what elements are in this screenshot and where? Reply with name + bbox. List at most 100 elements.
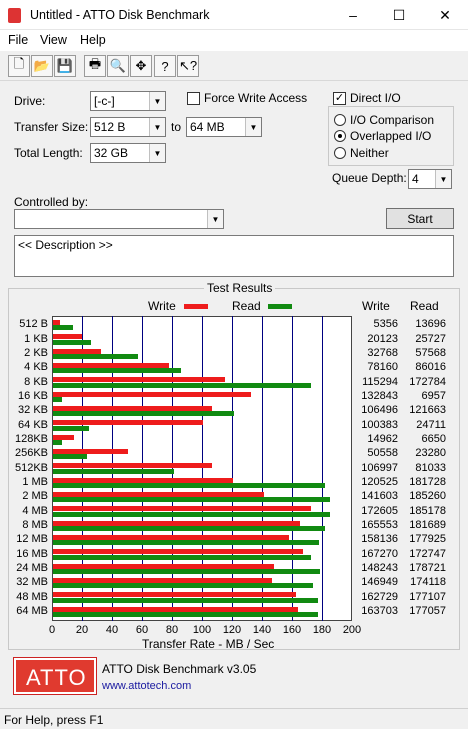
menu-bar: File View Help: [0, 30, 468, 51]
read-bar: [53, 368, 182, 374]
row-label: 64 MB: [16, 604, 48, 617]
menu-file[interactable]: File: [8, 33, 28, 47]
row-label: 16 MB: [16, 547, 48, 560]
write-value: 141603: [361, 490, 398, 503]
write-value: 20123: [367, 332, 398, 345]
force-write-checkbox[interactable]: [187, 92, 200, 105]
row-label: 4 MB: [22, 504, 48, 517]
website-link[interactable]: www.attotech.com: [102, 680, 191, 692]
read-value: 177925: [409, 533, 446, 546]
transfer-to-select[interactable]: 64 MB ▼: [186, 117, 262, 137]
about-icon[interactable]: ?: [154, 55, 176, 77]
x-tick-label: 0: [48, 624, 56, 636]
product-name: ATTO Disk Benchmark v3.05: [102, 662, 257, 676]
write-value: 106997: [361, 461, 398, 474]
print-preview-icon[interactable]: 🔍: [107, 55, 129, 77]
drive-label: Drive:: [14, 94, 46, 108]
read-value: 172747: [409, 547, 446, 560]
write-value: 148243: [361, 561, 398, 574]
read-value: 172784: [409, 375, 446, 388]
context-help-icon[interactable]: ↖?: [177, 55, 199, 77]
gridline: [322, 316, 323, 621]
x-tick-label: 160: [282, 624, 302, 636]
total-length-select[interactable]: 32 GB ▼: [90, 143, 166, 163]
x-axis-label: Transfer Rate - MB / Sec: [142, 637, 275, 651]
write-value: 50558: [367, 447, 398, 460]
write-value: 158136: [361, 533, 398, 546]
description-field[interactable]: << Description >>: [14, 235, 454, 277]
column-read-header: Read: [410, 299, 439, 313]
read-value: 174118: [410, 576, 446, 589]
row-label: 2 MB: [22, 490, 48, 503]
read-bar: [53, 325, 73, 331]
new-file-icon[interactable]: 🗋: [8, 55, 30, 77]
maximize-button[interactable]: ☐: [376, 0, 422, 30]
transfer-from-value: 512 B: [94, 120, 126, 134]
neither-label: Neither: [350, 146, 389, 160]
io-comparison-label: I/O Comparison: [350, 113, 435, 127]
transfer-from-select[interactable]: 512 B ▼: [90, 117, 166, 137]
read-value: 86016: [415, 361, 446, 374]
row-label: 12 MB: [16, 533, 48, 546]
x-tick-label: 120: [222, 624, 242, 636]
write-value: 100383: [361, 418, 398, 431]
read-bar: [53, 339, 91, 345]
neither-radio[interactable]: [334, 147, 346, 159]
read-bar: [53, 583, 314, 589]
read-bar: [53, 554, 312, 560]
row-label: 48 MB: [16, 590, 48, 603]
queue-depth-label: Queue Depth:: [332, 171, 407, 185]
close-button[interactable]: ✕: [422, 0, 468, 30]
transfer-size-label: Transfer Size:: [14, 120, 89, 134]
controlled-by-select[interactable]: ▼: [14, 209, 224, 229]
row-label: 24 MB: [16, 561, 48, 574]
read-bar: [53, 611, 318, 617]
write-value: 167270: [361, 547, 398, 560]
atto-logo: ATTO: [13, 657, 97, 695]
write-value: 146949: [361, 576, 398, 589]
print-icon[interactable]: 🖶: [84, 55, 106, 77]
row-label: 8 MB: [22, 518, 48, 531]
save-icon[interactable]: 💾: [54, 55, 76, 77]
x-tick-label: 100: [192, 624, 212, 636]
minimize-button[interactable]: –: [330, 0, 376, 30]
overlapped-io-radio[interactable]: [334, 130, 346, 142]
write-value: 165553: [361, 518, 398, 531]
row-label: 256KB: [14, 447, 48, 460]
move-icon[interactable]: ✥: [130, 55, 152, 77]
read-bar: [53, 568, 321, 574]
read-value: 23280: [415, 447, 446, 460]
read-value: 13696: [415, 318, 446, 331]
menu-view[interactable]: View: [40, 33, 67, 47]
atto-logo-text: ATTO: [26, 665, 87, 690]
x-tick-label: 40: [105, 624, 119, 636]
row-label: 512 B: [19, 318, 48, 331]
legend-write-label: Write: [148, 299, 176, 313]
row-label: 16 KB: [18, 389, 48, 402]
read-bar: [53, 482, 325, 488]
write-value: 163703: [361, 604, 398, 617]
x-tick-label: 60: [135, 624, 149, 636]
row-label: 128KB: [14, 432, 48, 445]
row-label: 32 MB: [16, 576, 48, 589]
io-comparison-radio[interactable]: [334, 114, 346, 126]
description-text: << Description >>: [18, 238, 113, 252]
open-folder-icon[interactable]: 📂: [31, 55, 53, 77]
test-results-title: Test Results: [204, 281, 276, 295]
direct-io-checkbox[interactable]: ✓: [333, 92, 346, 105]
gridline: [292, 316, 293, 621]
menu-help[interactable]: Help: [80, 33, 106, 47]
write-value: 115294: [362, 375, 398, 388]
read-bar: [53, 540, 319, 546]
chevron-down-icon: ▼: [245, 118, 261, 136]
read-bar: [53, 439, 62, 445]
drive-select[interactable]: [-c-] ▼: [90, 91, 166, 111]
start-button[interactable]: Start: [386, 208, 454, 229]
row-label: 2 KB: [24, 346, 48, 359]
queue-depth-select[interactable]: 4 ▼: [408, 169, 452, 189]
gridline: [232, 316, 233, 621]
read-value: 81033: [415, 461, 446, 474]
row-label: 4 KB: [24, 361, 48, 374]
row-label: 32 KB: [18, 404, 48, 417]
read-value: 185178: [409, 504, 446, 517]
